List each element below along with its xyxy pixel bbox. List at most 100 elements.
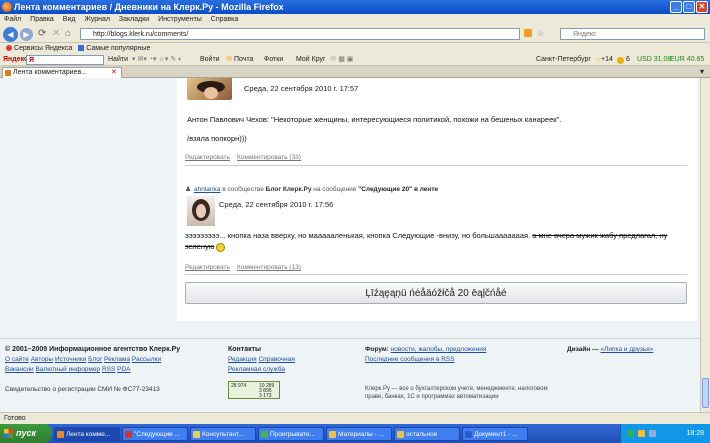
taskbar-item[interactable]: Документ1 - ... [462,427,528,441]
start-button[interactable]: пуск [0,424,52,443]
taskbar-item[interactable]: остальное [394,427,460,441]
rss-icon[interactable] [524,29,532,37]
avatar[interactable] [187,196,215,226]
minimize-button[interactable]: _ [670,1,682,13]
home-icon[interactable]: ⌂ [65,28,71,39]
comment-text-2: /взяла попкорн))) [187,134,247,143]
menu-tools[interactable]: Инструменты [158,16,202,23]
taskbar-item[interactable]: Материалы - ... [326,427,392,441]
vertical-scrollbar[interactable] [700,78,710,412]
traffic-icon [617,57,624,64]
footer-link-currency[interactable]: Валютный информер [35,366,100,373]
traffic-value[interactable]: 6 [626,54,630,66]
user-icon: ♟ [185,186,192,193]
menu-bar: Файл Правка Вид Журнал Закладки Инструме… [0,14,710,26]
next-20-button[interactable]: Ļīźąęąņü ńėåäóžłčå 20 ēąļčńåé [185,282,687,304]
yandex-search-input[interactable]: Я [26,55,104,65]
comment-link[interactable]: Комментировать (33) [237,154,301,161]
footer-link-blog[interactable]: Блог [88,356,102,363]
counter-widget[interactable]: 28 974 10 289 3 895 3 173 [228,381,280,399]
menu-view[interactable]: Вид [63,16,76,23]
tab-comments-feed[interactable]: Лента комментариев... ✕ [2,67,122,78]
forum-rss-link[interactable]: Последние сообщения в RSS [365,356,455,363]
edit-link[interactable]: Редактировать [185,154,230,161]
scrollbar-thumb[interactable] [702,378,709,408]
copyright: © 2001–2009 Информационное агентство Кле… [5,346,181,353]
author-link[interactable]: ahnlanka [194,186,220,193]
yandex-mail-button[interactable]: Почта [234,54,253,66]
divider [185,274,687,275]
taskbar-item[interactable]: Проигрывате... [258,427,324,441]
menu-help[interactable]: Справка [211,16,238,23]
taskbar-item[interactable]: "Следующие ... [122,427,188,441]
comment-text: эээээээээ... кнопка наза вверху, но мааа… [185,230,685,252]
clock[interactable]: 18:28 [686,430,704,437]
tab-list-icon[interactable]: ▾ [700,67,704,76]
star-icon[interactable]: ☆ [537,29,544,38]
design-label: Дизайн — [567,346,599,353]
comment-link[interactable]: Комментировать (13) [237,264,301,271]
menu-bookmarks[interactable]: Закладки [119,16,149,23]
footer-link-vacancies[interactable]: Вакансии [5,366,34,373]
status-text: Готово [4,415,26,422]
usd-rate[interactable]: USD 31.08 [637,54,671,66]
folder-icon [329,431,336,438]
eur-rate[interactable]: EUR 40.65 [670,54,704,66]
reload-icon[interactable]: ⟳ [38,28,46,39]
extra-icons: ☉ ▦ ▣ [330,56,354,63]
footer-link-sources[interactable]: Источники [55,356,86,363]
avatar[interactable] [187,78,232,100]
menu-history[interactable]: Журнал [84,16,110,23]
tab-close-icon[interactable]: ✕ [111,68,117,78]
menu-file[interactable]: Файл [4,16,21,23]
contacts-reference[interactable]: Справочная [258,356,294,363]
contacts-ads[interactable]: Рекламная служба [228,366,285,373]
search-input[interactable]: Яндекс [560,28,705,40]
edit-link[interactable]: Редактировать [185,264,230,271]
close-button[interactable]: ✕ [696,1,708,13]
address-bar[interactable]: http://blogs.klerk.ru/comments/ [80,28,520,40]
tray-icon[interactable] [638,430,645,437]
menu-edit[interactable]: Правка [30,16,54,23]
weather-value[interactable]: +14 [601,54,613,66]
comment-text-plain: эээээээээ... кнопка наза вверху, но мааа… [185,231,531,240]
bookmark-icon [78,45,85,52]
yandex-find-button[interactable]: Найти [108,54,128,66]
taskbar-item[interactable]: Лента комме... [54,427,120,441]
volume-icon[interactable] [649,430,656,437]
taskbar-item[interactable]: Консультант... [190,427,256,441]
yandex-services-icon [6,45,12,52]
yandex-photos-button[interactable]: Фотки [264,54,283,66]
community-link[interactable]: Блог Клерк.Ру [266,186,312,193]
window-title-bar[interactable]: Лента комментариев / Дневники на Клерк.Р… [0,0,710,14]
footer-link-authors[interactable]: Авторы [31,356,53,363]
firefox-icon [57,431,64,438]
taskbar-item-label: остальное [406,431,438,438]
forum-link[interactable]: новости, жалобы, предложения [391,346,487,353]
footer-link-rss[interactable]: RSS [102,366,115,373]
contacts-editorial[interactable]: Редакция [228,356,257,363]
tab-label: Лента комментариев... [13,69,88,76]
footer-col-about: © 2001–2009 Информационное агентство Кле… [5,345,215,395]
post-link[interactable]: "Следующие 20" в ленте [358,186,438,193]
city-label[interactable]: Санкт-Петербург [536,54,591,66]
navigation-toolbar: ◀ ▶ ⟳ ✕ ⌂ http://blogs.klerk.ru/comments… [0,26,710,43]
maximize-button[interactable]: □ [683,1,695,13]
counter-value-1: 28 974 [231,383,247,389]
footer-link-about[interactable]: О сайте [5,356,29,363]
yandex-mykrug-button[interactable]: Мой Круг [296,54,326,66]
bookmark-yandex-services[interactable]: Сервисы Яндекса [14,45,72,52]
design-link[interactable]: «Липка и друзья» [600,346,653,353]
bookmarks-toolbar: Сервисы Яндекса Самые популярные [0,43,710,54]
yandex-logo: Яндекс [3,56,28,63]
back-button[interactable]: ◀ [3,27,18,42]
footer-link-mailing[interactable]: Рассылки [132,356,161,363]
footer-link-ads[interactable]: Реклама [104,356,130,363]
bookmark-popular[interactable]: Самые популярные [86,45,150,52]
yandex-toolbar: Яндекс Я Найти ▾ ✉▾ ◔▾ ☼▾ ✎ ◐ Войти ✉ По… [0,54,710,66]
tray-icon[interactable] [627,430,634,437]
stop-icon[interactable]: ✕ [52,28,60,39]
forward-button[interactable]: ▶ [20,28,33,41]
footer-link-pda[interactable]: PDA [117,366,130,373]
yandex-login-button[interactable]: Войти [200,54,220,66]
